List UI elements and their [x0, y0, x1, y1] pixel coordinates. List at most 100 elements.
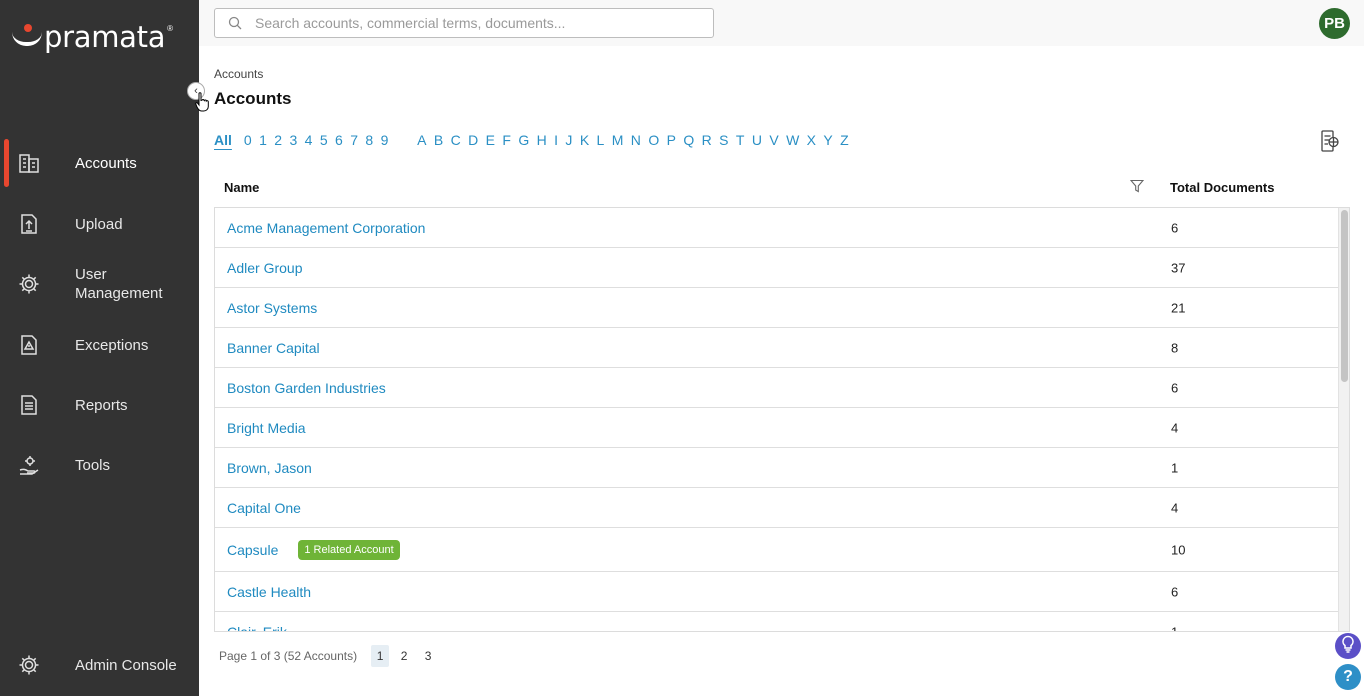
gear-icon [18, 273, 40, 295]
table-row: Bright Media 4 [215, 408, 1349, 448]
alpha-filter-l[interactable]: L [597, 132, 605, 148]
page-button-3[interactable]: 3 [419, 645, 437, 667]
total-documents-cell: 6 [1171, 380, 1179, 395]
total-documents-cell: 4 [1171, 420, 1179, 435]
alpha-filter-f[interactable]: F [502, 132, 511, 148]
alpha-filter-z[interactable]: Z [840, 132, 849, 148]
alpha-filter-4[interactable]: 4 [305, 132, 313, 148]
export-report-icon[interactable] [1320, 130, 1340, 159]
table-row: Banner Capital 8 [215, 328, 1349, 368]
account-link-with-badge[interactable]: Capsule 1 Related Account [227, 539, 400, 560]
sidebar-item-label: Exceptions [75, 336, 149, 354]
alpha-filter-o[interactable]: O [648, 132, 659, 148]
alpha-filter-1[interactable]: 1 [259, 132, 267, 148]
account-link[interactable]: Acme Management Corporation [227, 220, 425, 236]
account-link[interactable]: Clair, Erik [227, 624, 287, 632]
user-avatar[interactable]: PB [1319, 8, 1350, 39]
alpha-filter-n[interactable]: N [631, 132, 641, 148]
column-header-name[interactable]: Name [224, 180, 259, 195]
table-row: Acme Management Corporation 6 [215, 208, 1349, 248]
sidebar-item-label: Reports [75, 396, 128, 414]
sidebar-item-exceptions[interactable]: Exceptions [0, 321, 199, 369]
warning-file-icon [18, 334, 40, 356]
registered-mark: ® [167, 24, 174, 33]
alpha-filter-a[interactable]: A [417, 132, 426, 148]
account-link[interactable]: Castle Health [227, 584, 311, 600]
alpha-filter-b[interactable]: B [434, 132, 443, 148]
report-icon [18, 394, 40, 416]
alpha-filter-w[interactable]: W [786, 132, 799, 148]
account-link[interactable]: Astor Systems [227, 300, 317, 316]
ideas-button[interactable] [1335, 633, 1361, 659]
alpha-filter-u[interactable]: U [752, 132, 762, 148]
sidebar-item-label: Accounts [75, 154, 137, 172]
sidebar-item-accounts[interactable]: Accounts [0, 139, 199, 187]
account-link[interactable]: Brown, Jason [227, 460, 312, 476]
alpha-filter-q[interactable]: Q [683, 132, 694, 148]
alpha-filter-c[interactable]: C [451, 132, 461, 148]
search-icon [215, 16, 255, 30]
scrollbar-thumb[interactable] [1341, 210, 1348, 382]
account-link[interactable]: Banner Capital [227, 340, 320, 356]
sidebar-item-reports[interactable]: Reports [0, 381, 199, 429]
account-link[interactable]: Boston Garden Industries [227, 380, 386, 396]
upload-file-icon [18, 213, 40, 235]
help-button[interactable]: ? [1335, 664, 1361, 690]
page-button-1[interactable]: 1 [371, 645, 390, 667]
alpha-filter-7[interactable]: 7 [350, 132, 358, 148]
sidebar-item-user-management[interactable]: User Management [0, 260, 199, 308]
alpha-filter-k[interactable]: K [580, 132, 589, 148]
alpha-filter-y[interactable]: Y [823, 132, 832, 148]
question-mark-icon: ? [1343, 668, 1353, 685]
breadcrumb[interactable]: Accounts [214, 67, 263, 81]
alpha-filter-6[interactable]: 6 [335, 132, 343, 148]
alpha-filter-0[interactable]: 0 [244, 132, 252, 148]
account-link[interactable]: Adler Group [227, 260, 302, 276]
alpha-filter-d[interactable]: D [468, 132, 478, 148]
sidebar-item-label: User Management [75, 266, 163, 302]
page-title: Accounts [214, 89, 292, 108]
table-row: Astor Systems 21 [215, 288, 1349, 328]
related-account-badge[interactable]: 1 Related Account [298, 539, 400, 560]
alpha-filter-j[interactable]: J [565, 132, 572, 148]
alpha-filter-i[interactable]: I [554, 132, 558, 148]
sidebar-item-label: Upload [75, 215, 123, 233]
alpha-filter-2[interactable]: 2 [274, 132, 282, 148]
alpha-filter-spacer [396, 132, 410, 148]
table-scrollbar[interactable] [1338, 208, 1349, 631]
alpha-filter-5[interactable]: 5 [320, 132, 328, 148]
filter-icon[interactable] [1129, 179, 1145, 198]
table-row: Capital One 4 [215, 488, 1349, 528]
sidebar-item-label: Admin Console [75, 656, 177, 674]
alpha-filter-r[interactable]: R [702, 132, 712, 148]
page-button-2[interactable]: 2 [395, 645, 413, 667]
alpha-filter-p[interactable]: P [667, 132, 676, 148]
pramata-logo[interactable]: pramata ® [12, 20, 173, 54]
alpha-filter-8[interactable]: 8 [365, 132, 373, 148]
alpha-filter-all[interactable]: All [214, 132, 232, 148]
global-search [214, 8, 714, 38]
table-header: Name Total Documents [214, 176, 1350, 206]
column-header-total-documents[interactable]: Total Documents [1170, 180, 1275, 195]
sidebar-item-admin-console[interactable]: Admin Console [0, 641, 199, 689]
alpha-filter-9[interactable]: 9 [381, 132, 389, 148]
search-input[interactable] [255, 15, 695, 31]
alpha-filter-3[interactable]: 3 [289, 132, 297, 148]
alpha-filter-s[interactable]: S [719, 132, 728, 148]
account-name[interactable]: Capsule [227, 542, 278, 558]
alpha-filter-x[interactable]: X [807, 132, 816, 148]
account-link[interactable]: Bright Media [227, 420, 306, 436]
alpha-filter-h[interactable]: H [537, 132, 547, 148]
alpha-filter-m[interactable]: M [612, 132, 624, 148]
lightbulb-icon [1340, 635, 1356, 658]
sidebar-item-upload[interactable]: Upload [0, 200, 199, 248]
alphabet-filter: All 0 1 2 3 4 5 6 7 8 9 A B C D E F G H … [214, 132, 856, 148]
sidebar-item-tools[interactable]: Tools [0, 441, 199, 489]
account-link[interactable]: Capital One [227, 500, 301, 516]
alpha-filter-e[interactable]: E [486, 132, 495, 148]
alpha-filter-g[interactable]: G [518, 132, 529, 148]
alpha-filter-t[interactable]: T [736, 132, 745, 148]
alpha-filter-v[interactable]: V [769, 132, 778, 148]
sidebar: pramata ® Accounts Upload User Managemen… [0, 0, 199, 696]
hand-cursor-icon [195, 92, 209, 117]
